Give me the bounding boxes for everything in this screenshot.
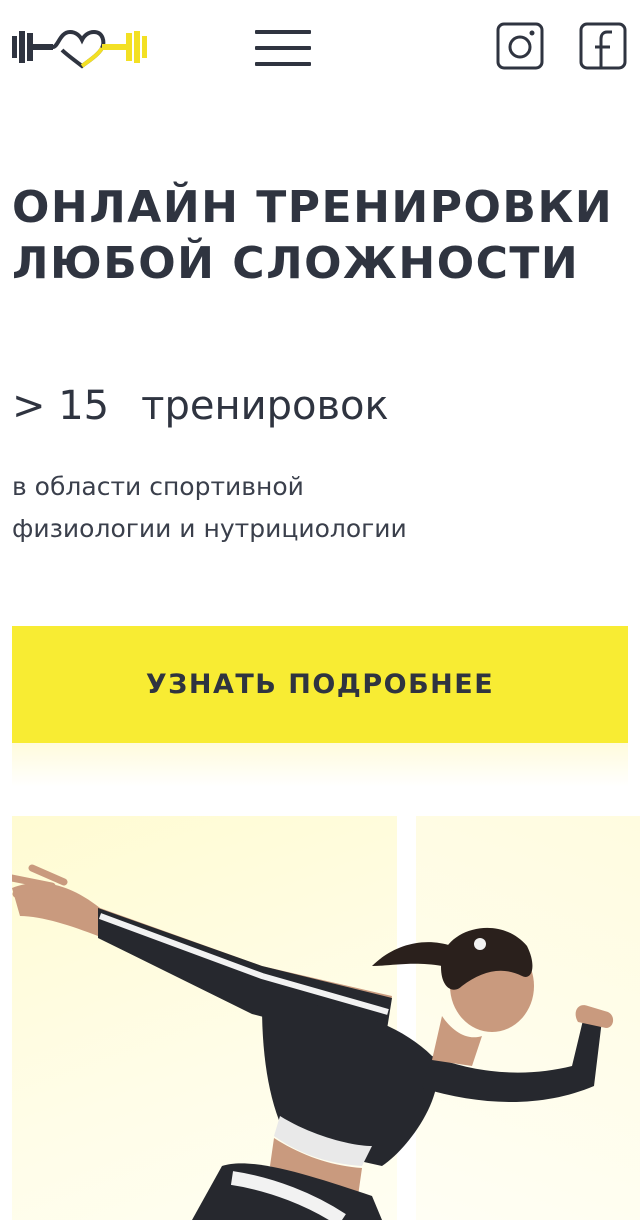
- hero-description: в области спортивной физиологии и нутриц…: [12, 466, 612, 550]
- instagram-icon: [496, 22, 544, 70]
- facebook-link[interactable]: [579, 22, 627, 70]
- logo-link[interactable]: [10, 22, 160, 72]
- description-line-1: в области спортивной: [12, 472, 304, 501]
- menu-line: [255, 62, 311, 66]
- stat-number: > 15: [12, 383, 110, 429]
- title-line-2: ЛЮБОЙ СЛОЖНОСТИ: [12, 238, 580, 289]
- instagram-link[interactable]: [496, 22, 544, 70]
- page-title: ОНЛАЙН ТРЕНИРОВКИ ЛЮБОЙ СЛОЖНОСТИ: [12, 180, 640, 292]
- stat-label: тренировок: [141, 383, 389, 429]
- facebook-icon: [579, 22, 627, 70]
- site-header: [0, 0, 640, 100]
- menu-line: [255, 46, 311, 50]
- menu-line: [255, 30, 311, 34]
- hamburger-menu-button[interactable]: [255, 26, 311, 70]
- dumbbell-heart-logo-icon: [12, 29, 147, 69]
- button-shadow: [12, 743, 628, 787]
- description-line-2: физиологии и нутрициологии: [12, 514, 407, 543]
- workouts-stat: > 15 тренировок: [12, 380, 389, 432]
- hero-photo: [12, 816, 640, 1220]
- learn-more-button[interactable]: УЗНАТЬ ПОДРОБНЕЕ: [12, 626, 628, 743]
- running-athlete-image: [12, 864, 614, 1220]
- title-line-1: ОНЛАЙН ТРЕНИРОВКИ: [12, 182, 614, 233]
